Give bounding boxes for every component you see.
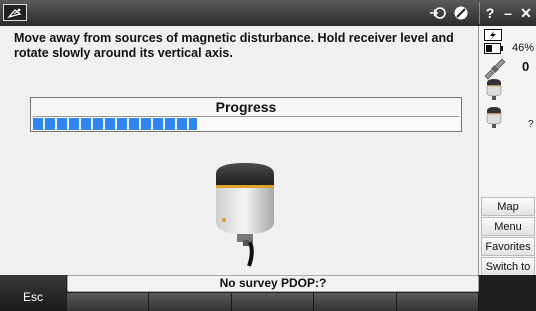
battery-icon xyxy=(484,43,503,54)
radio-receiver-icon xyxy=(486,107,502,128)
title-bar: ? – ✕ xyxy=(0,0,536,27)
no-connection-icon[interactable] xyxy=(450,3,472,23)
status-bar: No survey PDOP:? xyxy=(67,275,479,292)
satellite-dish-icon xyxy=(7,8,22,18)
esc-button[interactable]: Esc xyxy=(0,275,66,311)
power-icon xyxy=(484,29,502,41)
progress-label: Progress xyxy=(215,99,277,115)
switch-to-button[interactable]: Switch to xyxy=(481,257,535,276)
minimize-button[interactable]: – xyxy=(499,3,517,23)
softkey-1[interactable] xyxy=(67,293,150,311)
map-button[interactable]: Map xyxy=(481,197,535,216)
menu-button[interactable]: Menu xyxy=(481,217,535,236)
gnss-receiver-icon xyxy=(216,163,274,267)
status-panel[interactable]: 46% 0 ? xyxy=(479,26,536,194)
close-button[interactable]: ✕ xyxy=(517,3,535,23)
progress-panel: Progress xyxy=(30,97,462,132)
title-separator xyxy=(479,2,480,24)
softkey-3[interactable] xyxy=(231,293,315,311)
softkey-row xyxy=(67,293,480,311)
app-logo-icon[interactable] xyxy=(3,4,27,21)
help-button[interactable]: ? xyxy=(481,3,499,23)
bottom-bar: Esc No survey PDOP:? xyxy=(0,275,536,311)
instruction-text: Move away from sources of magnetic distu… xyxy=(14,31,454,60)
progress-bar xyxy=(33,118,197,130)
side-panel: 46% 0 ? Map Menu Favorites Switch to xyxy=(478,26,536,276)
softkey-2[interactable] xyxy=(149,293,232,311)
softkey-5[interactable] xyxy=(396,293,480,311)
receiver-status-icon xyxy=(486,79,502,100)
favorites-button[interactable]: Favorites xyxy=(481,237,535,256)
progress-track xyxy=(33,116,459,130)
satellite-count: 0 xyxy=(522,59,530,74)
sync-icon[interactable] xyxy=(426,3,450,23)
softkey-4[interactable] xyxy=(314,293,397,311)
receiver-unknown: ? xyxy=(528,119,534,130)
main-content: Move away from sources of magnetic distu… xyxy=(0,26,478,275)
battery-percent: 46% xyxy=(512,42,535,54)
